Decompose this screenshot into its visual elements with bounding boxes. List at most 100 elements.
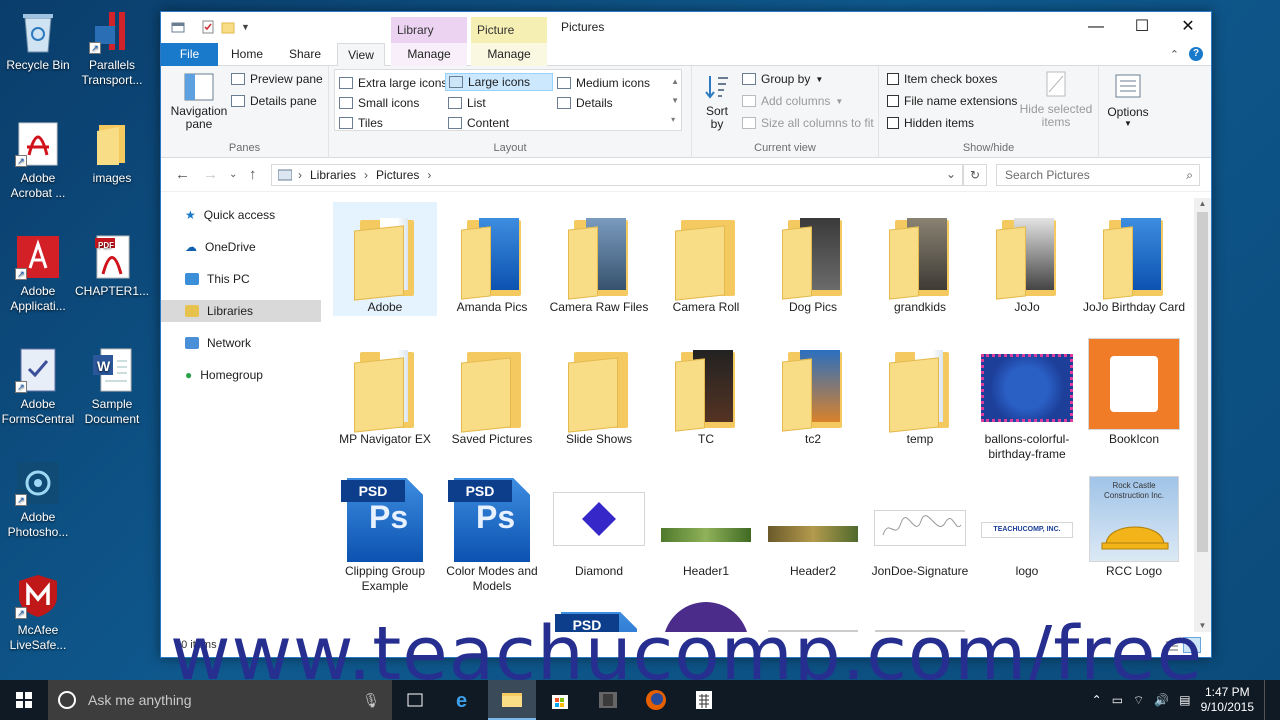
folder-item[interactable]: Slide Shows [547, 334, 651, 447]
folder-item[interactable]: tc2 [761, 334, 865, 447]
tab-manage-library[interactable]: Manage [391, 43, 467, 66]
image-item[interactable]: Header1 [654, 466, 758, 579]
breadcrumb-pictures[interactable]: Pictures [376, 168, 419, 182]
desktop-icon-mcafee[interactable]: ↗ McAfee LiveSafe... [0, 573, 76, 653]
hide-selected-items-button[interactable]: Hide selected items [1019, 70, 1093, 129]
psd-item[interactable]: PSD Ps Color Modes and Models [440, 466, 544, 594]
microphone-icon[interactable]: 🎙 [362, 692, 380, 709]
window-menu-icon[interactable] [171, 20, 185, 34]
task-view-button[interactable] [392, 680, 440, 720]
tab-file[interactable]: File [161, 43, 218, 66]
navigation-pane-button[interactable]: Navigation pane [169, 72, 229, 131]
wifi-icon[interactable]: ⌔ [1133, 693, 1144, 708]
file-name-extensions-toggle[interactable]: File name extensions [887, 92, 1017, 110]
refresh-button[interactable]: ↻ [963, 164, 987, 186]
desktop-icon-adobe-acrobat[interactable]: ↗ Adobe Acrobat ... [0, 121, 76, 201]
tab-manage-picture[interactable]: Manage [471, 43, 547, 66]
preview-pane-button[interactable]: Preview pane [231, 70, 323, 88]
folder-item[interactable]: Adobe [333, 202, 437, 316]
up-button[interactable]: ↑ [249, 166, 257, 183]
size-columns-button[interactable]: Size all columns to fit [742, 114, 874, 132]
tab-view[interactable]: View [337, 43, 385, 67]
item-check-boxes-toggle[interactable]: Item check boxes [887, 70, 997, 88]
minimize-button[interactable]: — [1073, 12, 1119, 43]
close-button[interactable]: ✕ [1165, 12, 1211, 43]
nav-item-quick-access[interactable]: ★ Quick access [161, 204, 321, 226]
folder-item[interactable]: Dog Pics [761, 202, 865, 315]
help-icon[interactable]: ? [1189, 47, 1203, 61]
taskbar-file-explorer[interactable] [488, 680, 536, 720]
group-by-button[interactable]: Group by ▼ [742, 70, 823, 88]
taskbar-edge[interactable]: e [440, 680, 488, 720]
desktop-icon-adobe-formscentral[interactable]: ↗ Adobe FormsCentral [0, 347, 76, 427]
layout-small-icons[interactable]: Small icons [339, 94, 419, 112]
folder-item[interactable]: Amanda Pics [440, 202, 544, 315]
show-desktop-icon[interactable] [1264, 680, 1268, 720]
desktop-icon-adobe-photoshop[interactable]: ↗ Adobe Photosho... [0, 460, 76, 540]
folder-item[interactable]: MP Navigator EX [333, 334, 437, 447]
options-button[interactable]: Options ▼ [1103, 72, 1153, 128]
layout-scroll-arrows[interactable]: ▲ ▼ ▾ [671, 72, 679, 129]
folder-item[interactable]: Saved Pictures [440, 334, 544, 447]
image-item[interactable]: ballons-colorful-birthday-frame [975, 334, 1079, 462]
desktop-icon-sample-document[interactable]: W Sample Document [74, 347, 150, 427]
layout-content[interactable]: Content [448, 114, 509, 132]
action-center-icon[interactable]: ▤ [1179, 693, 1190, 707]
details-pane-button[interactable]: Details pane [231, 92, 317, 110]
folder-item[interactable]: JoJo Birthday Card [1082, 202, 1186, 315]
volume-icon[interactable]: 🔊 [1154, 693, 1169, 707]
title-bar[interactable]: ▼ Library Tools Picture Tools Pictures —… [161, 12, 1211, 63]
image-item[interactable]: Rock Castle Construction Inc. RCC Logo [1082, 466, 1186, 579]
image-item[interactable]: TEACHUCOMP, INC. logo [975, 466, 1079, 579]
folder-item[interactable]: temp [868, 334, 972, 447]
nav-item-network[interactable]: Network [161, 332, 321, 354]
folder-item[interactable]: Camera Raw Files [547, 202, 651, 315]
image-item[interactable]: BookIcon [1082, 334, 1186, 447]
new-folder-icon[interactable] [221, 20, 235, 34]
address-dropdown-icon[interactable]: ⌄ [946, 167, 956, 181]
layout-tiles[interactable]: Tiles [339, 114, 383, 132]
desktop-icon-adobe-application[interactable]: ↗ Adobe Applicati... [0, 234, 76, 314]
layout-extra-large-icons[interactable]: Extra large icons [339, 74, 447, 92]
customize-toolbar-icon[interactable]: ▼ [241, 20, 255, 34]
layout-medium-icons[interactable]: Medium icons [557, 74, 650, 92]
start-button[interactable] [0, 680, 48, 720]
nav-item-homegroup[interactable]: ● Homegroup [161, 364, 321, 386]
taskbar-firefox[interactable] [632, 680, 680, 720]
layout-large-icons[interactable]: Large icons [445, 73, 553, 91]
tab-share[interactable]: Share [279, 43, 331, 66]
image-item[interactable]: Header2 [761, 466, 865, 579]
tab-home[interactable]: Home [221, 43, 273, 66]
taskbar-media-app[interactable] [584, 680, 632, 720]
recent-locations-button[interactable]: ⌄ [229, 169, 237, 180]
back-button[interactable]: ← [175, 166, 190, 183]
image-item[interactable]: Diamond [547, 466, 651, 579]
image-item[interactable]: JonDoe-Signature [868, 466, 972, 579]
taskbar-store[interactable] [536, 680, 584, 720]
maximize-button[interactable]: ☐ [1119, 12, 1165, 43]
clock[interactable]: 1:47 PM 9/10/2015 [1201, 685, 1254, 715]
forward-button[interactable]: → [203, 166, 218, 183]
taskbar-calculator[interactable] [680, 680, 728, 720]
desktop-icon-images[interactable]: images [74, 121, 150, 186]
folder-item[interactable]: TC [654, 334, 758, 447]
folder-item[interactable]: Camera Roll [654, 202, 758, 315]
battery-icon[interactable]: ▭ [1112, 693, 1123, 707]
scroll-up-icon[interactable]: ▲ [1194, 198, 1211, 210]
search-input[interactable]: Search Pictures ⌕ [996, 164, 1200, 186]
folder-item[interactable]: JoJo [975, 202, 1079, 315]
nav-item-this-pc[interactable]: This PC [161, 268, 321, 290]
desktop-icon-chapter1-pdf[interactable]: PDF CHAPTER1... [74, 234, 150, 299]
sort-by-button[interactable]: Sort by [702, 72, 732, 131]
psd-item[interactable]: PSD Ps Clipping Group Example [333, 466, 437, 594]
desktop-icon-parallels[interactable]: ↗ Parallels Transport... [74, 8, 150, 88]
scrollbar-thumb[interactable] [1197, 212, 1208, 552]
show-hidden-icons-icon[interactable]: ⌃ [1092, 693, 1102, 707]
cortana-search-box[interactable]: Ask me anything 🎙 [48, 680, 392, 720]
properties-icon[interactable] [201, 20, 215, 34]
breadcrumb-libraries[interactable]: Libraries [310, 168, 356, 182]
layout-details[interactable]: Details [557, 94, 613, 112]
nav-item-onedrive[interactable]: ☁ OneDrive [161, 236, 321, 258]
desktop-icon-recycle-bin[interactable]: Recycle Bin [0, 8, 76, 73]
hidden-items-toggle[interactable]: Hidden items [887, 114, 974, 132]
